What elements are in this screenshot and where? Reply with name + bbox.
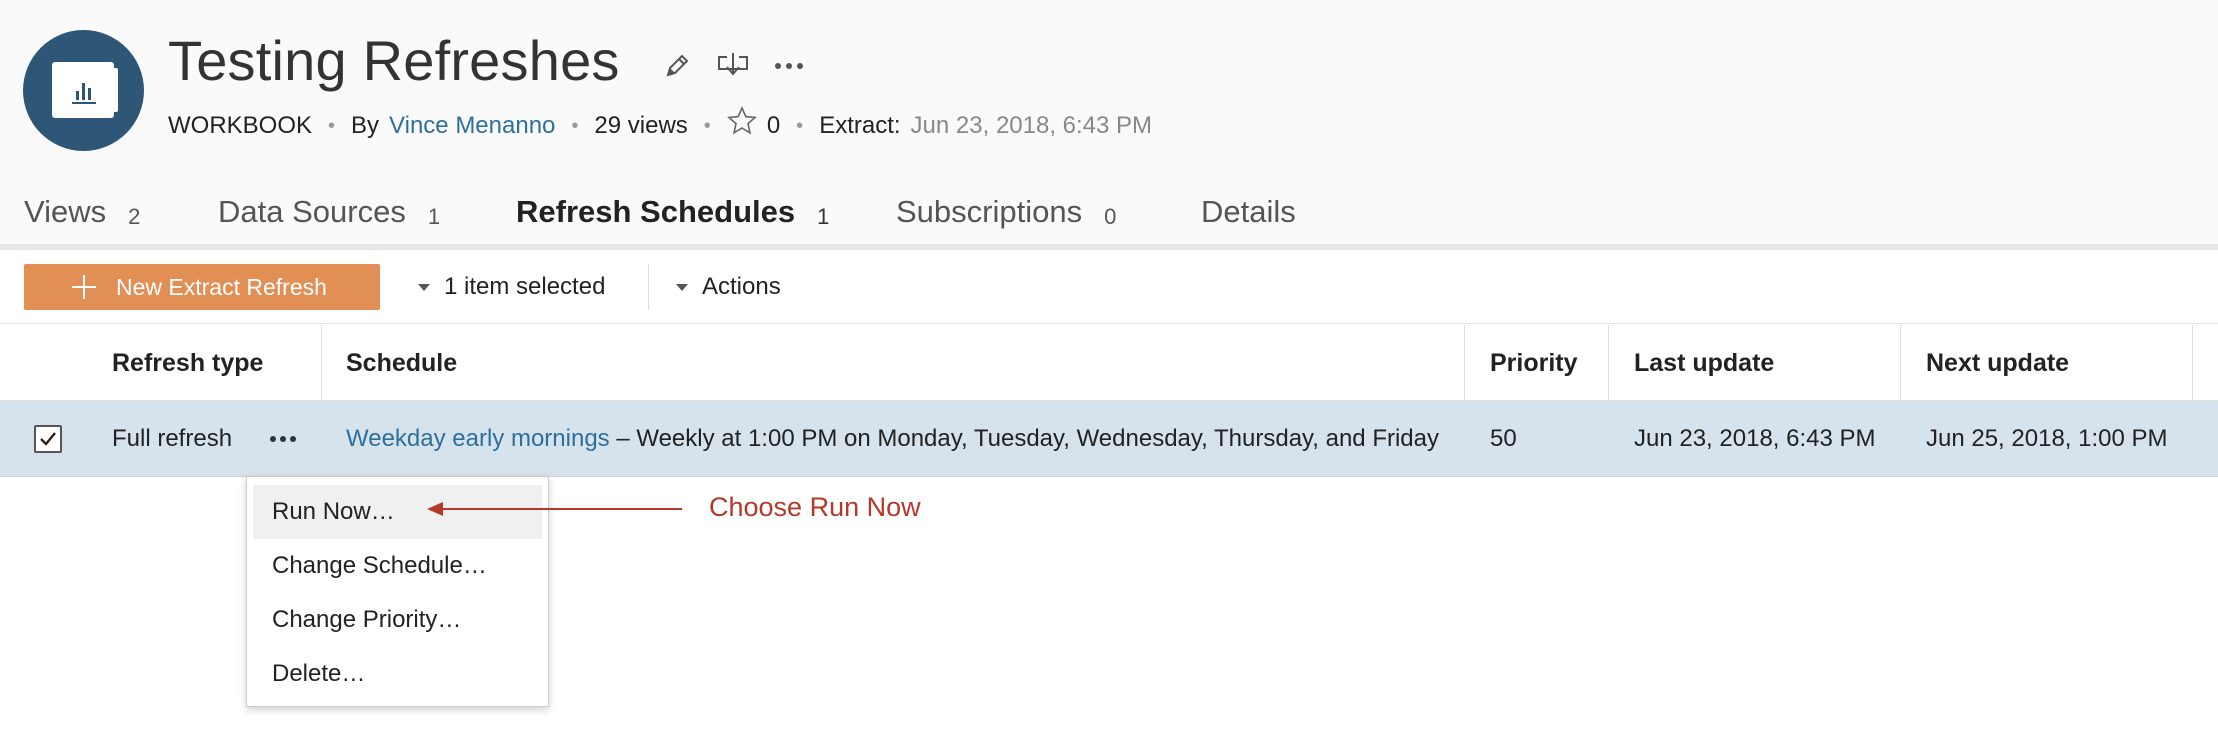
ellipsis-icon [775,63,803,69]
extract-label: Extract: [819,112,901,139]
selection-dropdown[interactable]: 1 item selected [418,264,605,310]
menu-item-change-priority[interactable]: Change Priority… [253,593,542,647]
page-title: Testing Refreshes [168,29,620,92]
favorite-button[interactable] [726,105,757,135]
last-update-cell: Jun 23, 2018, 6:43 PM [1634,425,1876,452]
content-type: WORKBOOK [168,112,313,139]
annotation-arrow [440,508,682,510]
owner-link[interactable]: Vince Menanno [389,112,555,140]
menu-item-run-now[interactable]: Run Now… [253,485,542,539]
column-refresh-type[interactable]: Refresh type [112,325,263,401]
tab-details[interactable]: Details [1201,180,1296,250]
tab-bar: Views 2 Data Sources 1 Refresh Schedules… [0,180,2218,250]
row-actions-menu: Run Now… Change Schedule… Change Priorit… [246,476,549,707]
annotation-text: Choose Run Now [709,492,921,522]
row-checkbox[interactable] [34,425,62,453]
tab-count: 1 [427,204,441,229]
column-last-update[interactable]: Last update [1634,325,1774,401]
tab-count: 0 [1104,204,1117,229]
tab-data-sources[interactable]: Data Sources 1 [218,180,440,250]
checkmark-icon [40,432,56,446]
actions-dropdown[interactable]: Actions [676,264,781,310]
column-priority[interactable]: Priority [1490,325,1578,401]
edit-button[interactable] [655,46,699,86]
title-actions [655,46,823,86]
view-count: 29 views [594,112,688,139]
menu-item-change-schedule[interactable]: Change Schedule… [253,539,542,593]
download-button[interactable] [711,46,755,86]
tab-views[interactable]: Views 2 [24,180,140,250]
tab-subscriptions[interactable]: Subscriptions 0 [896,180,1116,250]
column-next-update[interactable]: Next update [1926,325,2069,401]
workbook-icon [23,30,144,151]
star-icon [726,105,757,134]
menu-item-delete[interactable]: Delete… [253,647,542,701]
page: Testing Refreshes WORKBOOK • By Vince Me… [0,0,2218,748]
new-extract-refresh-button[interactable]: New Extract Refresh [24,264,380,310]
tab-refresh-schedules[interactable]: Refresh Schedules 1 [516,180,830,250]
next-update-cell: Jun 25, 2018, 1:00 PM [1926,425,2168,452]
plus-icon [72,275,96,299]
row-more-button[interactable] [250,417,316,461]
caret-down-icon [418,283,430,291]
refresh-type-cell: Full refresh [112,425,233,452]
toolbar: New Extract Refresh 1 item selected Acti… [0,250,2218,324]
favorite-count: 0 [766,112,781,139]
priority-cell: 50 [1490,425,1517,452]
schedule-link[interactable]: Weekday early mornings [346,425,610,453]
tab-count: 1 [817,204,830,229]
table-row[interactable]: Full refresh Weekday early mornings – We… [0,401,2218,477]
table-header: Refresh type Schedule Priority Last upda… [0,325,2218,401]
schedule-detail: – Weekly at 1:00 PM on Monday, Tuesday, … [609,425,1439,452]
by-label: By [351,112,380,139]
pencil-icon [666,54,689,77]
download-icon [718,53,748,76]
caret-down-icon [676,283,688,291]
tab-count: 2 [128,204,141,229]
column-schedule[interactable]: Schedule [346,325,457,401]
extract-date: Jun 23, 2018, 6:43 PM [910,112,1153,139]
more-options-button[interactable] [767,46,811,86]
ellipsis-icon [270,436,296,442]
schedule-cell: Weekday early mornings – Weekly at 1:00 … [346,401,1439,477]
workbook-meta: WORKBOOK • By Vince Menanno • 29 views •… [168,105,1153,142]
toolbar-divider [648,264,649,310]
